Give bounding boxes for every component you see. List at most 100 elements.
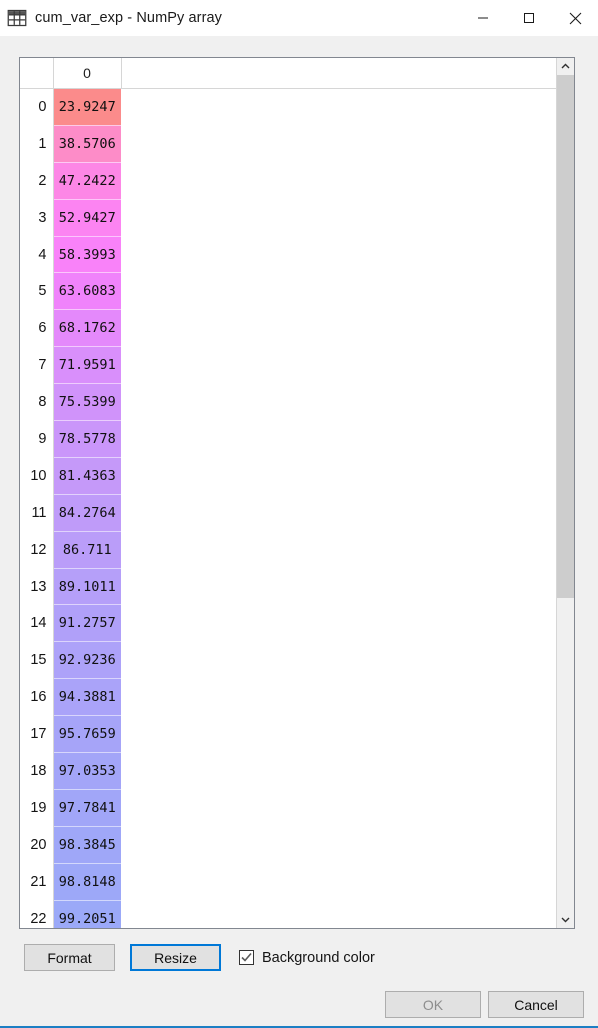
- title-bar[interactable]: cum_var_exp - NumPy array: [0, 0, 598, 36]
- table-row[interactable]: 13 89.1011: [20, 568, 556, 606]
- scrollbar-track[interactable]: [557, 75, 574, 911]
- row-index-cell[interactable]: 10: [20, 457, 54, 495]
- row-index-cell[interactable]: 0: [20, 88, 54, 126]
- array-value-cell[interactable]: 52.9427: [53, 199, 121, 237]
- row-index-cell[interactable]: 5: [20, 272, 54, 310]
- row-empty-cell: [121, 678, 556, 716]
- array-table-scrollport[interactable]: 0 0 23.9247 1 38.5706 2 47.2422 3 52.9427 4 58.39…: [20, 58, 556, 928]
- array-value-cell[interactable]: 58.3993: [53, 236, 121, 274]
- resize-button[interactable]: Resize: [130, 944, 221, 971]
- table-header: 0: [20, 58, 556, 89]
- row-index-cell[interactable]: 8: [20, 383, 54, 421]
- row-index-cell[interactable]: 3: [20, 199, 54, 237]
- row-empty-cell: [121, 715, 556, 753]
- row-index-cell[interactable]: 11: [20, 494, 54, 532]
- row-empty-cell: [121, 199, 556, 237]
- row-index-cell[interactable]: 20: [20, 826, 54, 864]
- background-color-checkbox-wrap[interactable]: Background color: [239, 950, 375, 966]
- table-row[interactable]: 0 23.9247: [20, 88, 556, 126]
- array-value-cell[interactable]: 99.2051: [53, 900, 121, 928]
- array-value-cell[interactable]: 91.2757: [53, 604, 121, 643]
- row-index-cell[interactable]: 13: [20, 568, 54, 605]
- row-index-cell[interactable]: 22: [20, 900, 54, 928]
- row-index-cell[interactable]: 2: [20, 162, 54, 200]
- table-row[interactable]: 9 78.5778: [20, 420, 556, 458]
- array-value-cell[interactable]: 81.4363: [53, 457, 121, 495]
- table-row[interactable]: 10 81.4363: [20, 457, 556, 495]
- column-header-0[interactable]: 0: [53, 58, 122, 89]
- table-row[interactable]: 20 98.3845: [20, 826, 556, 864]
- array-value-cell[interactable]: 94.3881: [53, 678, 121, 717]
- table-row[interactable]: 4 58.3993: [20, 236, 556, 274]
- row-index-cell[interactable]: 1: [20, 125, 54, 163]
- table-row[interactable]: 6 68.1762: [20, 309, 556, 348]
- row-index-cell[interactable]: 15: [20, 641, 54, 679]
- maximize-button[interactable]: [506, 0, 552, 36]
- table-row[interactable]: 18 97.0353: [20, 752, 556, 790]
- row-index-cell[interactable]: 16: [20, 678, 54, 716]
- array-value-cell[interactable]: 71.9591: [53, 346, 121, 385]
- row-index-cell[interactable]: 17: [20, 715, 54, 753]
- table-row[interactable]: 1 38.5706: [20, 125, 556, 163]
- table-row[interactable]: 21 98.8148: [20, 863, 556, 901]
- array-value-cell[interactable]: 63.6083: [53, 272, 121, 311]
- array-value-cell[interactable]: 38.5706: [53, 125, 121, 163]
- array-value-cell[interactable]: 75.5399: [53, 383, 121, 422]
- array-value-cell[interactable]: 47.2422: [53, 162, 121, 200]
- table-row[interactable]: 8 75.5399: [20, 383, 556, 422]
- row-index-cell[interactable]: 19: [20, 789, 54, 827]
- column-header-filler: [121, 58, 556, 89]
- cancel-button[interactable]: Cancel: [488, 991, 584, 1018]
- table-corner-header[interactable]: [20, 58, 54, 89]
- row-index-cell[interactable]: 18: [20, 752, 54, 790]
- row-empty-cell: [121, 420, 556, 458]
- minimize-icon: [478, 17, 488, 19]
- array-value-cell[interactable]: 95.7659: [53, 715, 121, 754]
- row-index-cell[interactable]: 12: [20, 531, 54, 569]
- array-value-cell[interactable]: 98.3845: [53, 826, 121, 864]
- array-value-cell[interactable]: 92.9236: [53, 641, 121, 680]
- scroll-down-button[interactable]: [557, 911, 574, 928]
- array-value-cell[interactable]: 98.8148: [53, 863, 121, 901]
- table-row[interactable]: 19 97.7841: [20, 789, 556, 827]
- array-value-cell[interactable]: 78.5778: [53, 420, 121, 458]
- table-row[interactable]: 15 92.9236: [20, 641, 556, 680]
- table-row[interactable]: 14 91.2757: [20, 604, 556, 643]
- row-index-cell[interactable]: 21: [20, 863, 54, 901]
- array-value-cell[interactable]: 97.0353: [53, 752, 121, 790]
- scrollbar-thumb[interactable]: [557, 75, 574, 598]
- array-value-cell[interactable]: 23.9247: [53, 88, 121, 126]
- row-index-cell[interactable]: 14: [20, 604, 54, 642]
- row-index-cell[interactable]: 9: [20, 420, 54, 458]
- row-empty-cell: [121, 531, 556, 569]
- table-row[interactable]: 5 63.6083: [20, 272, 556, 311]
- array-value-cell[interactable]: 68.1762: [53, 309, 121, 348]
- ok-button[interactable]: OK: [385, 991, 481, 1018]
- table-row[interactable]: 22 99.2051: [20, 900, 556, 928]
- array-value-cell[interactable]: 86.711: [53, 531, 121, 569]
- row-index-cell[interactable]: 6: [20, 309, 54, 347]
- row-empty-cell: [121, 826, 556, 864]
- array-value-cell[interactable]: 89.1011: [53, 568, 121, 606]
- row-index-cell[interactable]: 7: [20, 346, 54, 384]
- array-value-cell[interactable]: 97.7841: [53, 789, 121, 827]
- scroll-up-button[interactable]: [557, 58, 574, 75]
- table-header-row: 0: [20, 58, 556, 89]
- table-row[interactable]: 2 47.2422: [20, 162, 556, 200]
- vertical-scrollbar[interactable]: [556, 58, 574, 928]
- table-row[interactable]: 16 94.3881: [20, 678, 556, 717]
- client-area: 0 0 23.9247 1 38.5706 2 47.2422 3 52.9427 4 58.39…: [0, 36, 598, 1026]
- array-value-cell[interactable]: 84.2764: [53, 494, 121, 532]
- table-row[interactable]: 12 86.711: [20, 531, 556, 569]
- close-button[interactable]: [552, 0, 598, 36]
- row-index-cell[interactable]: 4: [20, 236, 54, 273]
- table-row[interactable]: 11 84.2764: [20, 494, 556, 532]
- numpy-array-viewer-window: cum_var_exp - NumPy array 0 0 23.9247 1 …: [0, 0, 598, 1028]
- row-empty-cell: [121, 346, 556, 384]
- table-row[interactable]: 7 71.9591: [20, 346, 556, 385]
- background-color-checkbox[interactable]: [239, 950, 254, 965]
- table-row[interactable]: 3 52.9427: [20, 199, 556, 237]
- table-row[interactable]: 17 95.7659: [20, 715, 556, 754]
- minimize-button[interactable]: [460, 0, 506, 36]
- format-button[interactable]: Format: [24, 944, 115, 971]
